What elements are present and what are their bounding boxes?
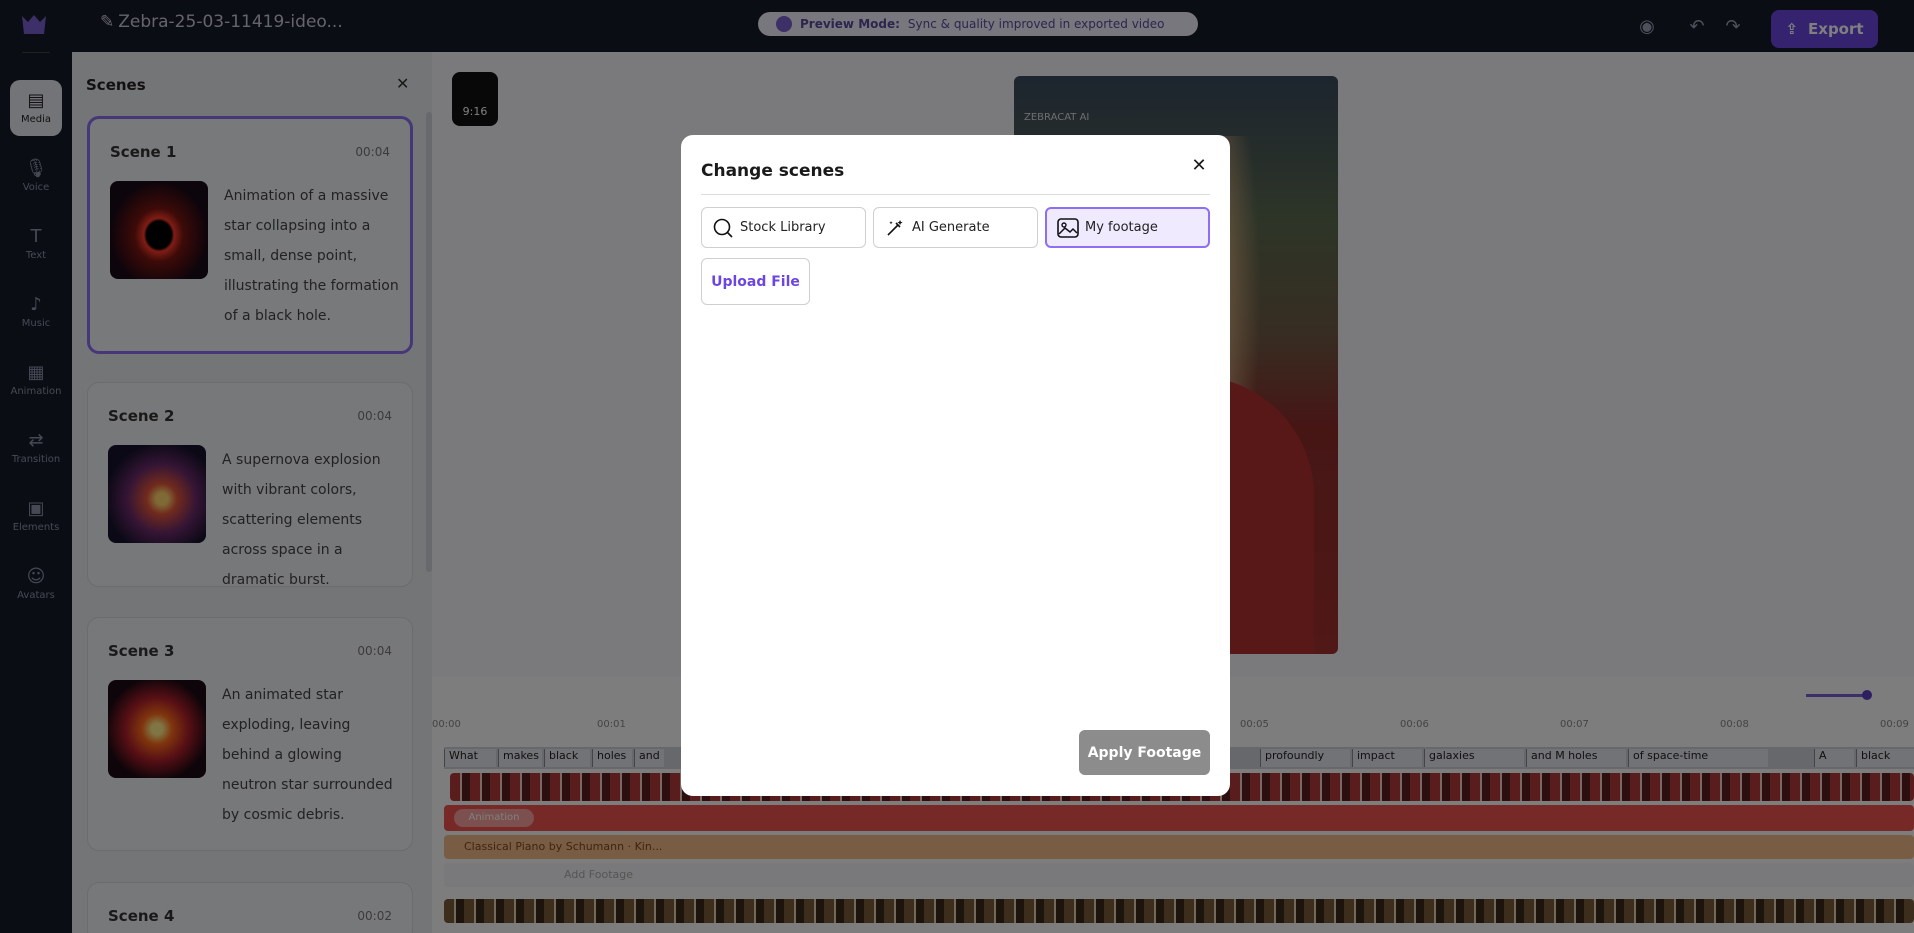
dialog-divider xyxy=(701,194,1210,195)
dialog-title: Change scenes xyxy=(701,161,845,181)
image-icon xyxy=(1057,217,1079,239)
magic-wand-icon xyxy=(884,217,906,239)
upload-file-label: Upload File xyxy=(711,273,800,290)
apply-footage-button[interactable]: Apply Footage xyxy=(1079,730,1210,775)
change-scenes-dialog: Change scenes ✕ Stock Library AI Generat… xyxy=(681,135,1230,796)
upload-file-button[interactable]: Upload File xyxy=(701,258,810,305)
search-icon xyxy=(712,217,734,239)
tab-ai-generate[interactable]: AI Generate xyxy=(873,207,1038,248)
close-icon[interactable]: ✕ xyxy=(1188,155,1210,177)
tab-label: AI Generate xyxy=(912,220,990,235)
tab-label: Stock Library xyxy=(740,220,826,235)
tab-label: My footage xyxy=(1085,220,1158,235)
tab-stock-library[interactable]: Stock Library xyxy=(701,207,866,248)
tab-my-footage[interactable]: My footage xyxy=(1045,207,1210,248)
apply-footage-label: Apply Footage xyxy=(1087,744,1202,761)
